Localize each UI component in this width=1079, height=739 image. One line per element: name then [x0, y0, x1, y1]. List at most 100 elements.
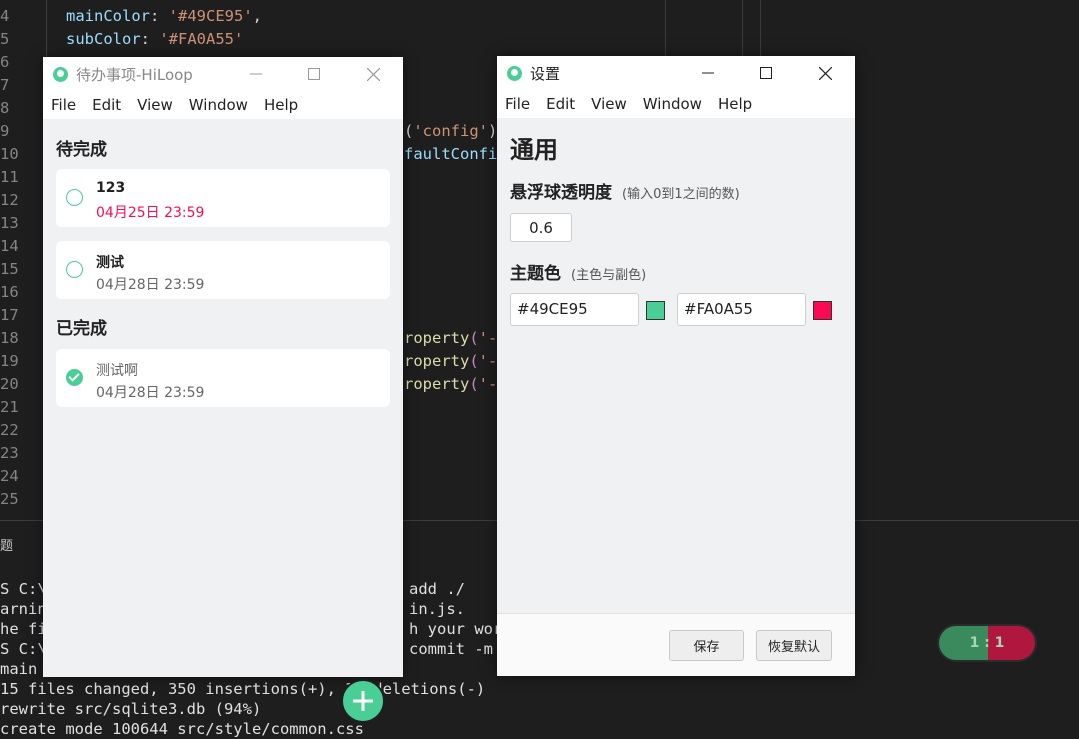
reset-default-button[interactable]: 恢复默认	[756, 630, 832, 661]
code-token: :	[140, 30, 160, 48]
terminal-line-fragment: add ./	[409, 580, 465, 598]
close-icon[interactable]	[802, 56, 848, 90]
panel-tab-problems[interactable]: 题	[0, 535, 13, 554]
opacity-input[interactable]: 0.6	[510, 213, 572, 242]
code-text: faultConfi	[404, 143, 497, 166]
checked-icon[interactable]	[66, 369, 83, 386]
line-number: 14	[0, 237, 19, 255]
terminal-line-fragment: in.js.	[409, 600, 465, 618]
code-text: ('config')	[404, 120, 497, 143]
menu-file[interactable]: File	[497, 95, 538, 113]
terminal-line: 15 files changed, 350 insertions(+), 30 …	[0, 680, 486, 698]
line-number: 21	[0, 398, 19, 416]
code-token: )	[488, 122, 498, 140]
line-number: 24	[0, 467, 19, 485]
menu-window[interactable]: Window	[181, 96, 256, 114]
line-number: 25	[0, 490, 19, 508]
line-number: 17	[0, 306, 19, 324]
app-logo-icon	[507, 65, 522, 81]
todo-window: 待办事项-HiLoop File Edit View Window Help 待…	[43, 57, 403, 723]
terminal-line: S C:\	[0, 580, 47, 598]
minimize-icon[interactable]	[685, 56, 731, 90]
opacity-label: 悬浮球透明度 (输入0到1之间的数)	[510, 178, 740, 203]
line-number: 10	[0, 145, 19, 163]
menu-view[interactable]: View	[583, 95, 635, 113]
line-number: 12	[0, 191, 19, 209]
floating-ball[interactable]: 1 : 1	[939, 626, 1035, 660]
line-number: 18	[0, 329, 19, 347]
line-number: 15	[0, 260, 19, 278]
settings-content: 通用 悬浮球透明度 (输入0到1之间的数) 0.6 主题色 (主色与副色) #49C…	[497, 118, 855, 676]
line-number: 7	[0, 76, 10, 94]
menu-view[interactable]: View	[129, 96, 181, 114]
theme-color-label: 主题色 (主色与副色)	[510, 259, 646, 284]
terminal-line: rewrite src/sqlite3.db (94%)	[0, 700, 262, 718]
code-token: '-	[478, 352, 498, 370]
code-text: roperty('-	[404, 350, 497, 373]
save-button[interactable]: 保存	[669, 630, 744, 661]
code-token: faultConfi	[404, 145, 498, 163]
checkbox-icon[interactable]	[66, 261, 83, 278]
code-token: '#FA0A55'	[159, 30, 244, 48]
app-logo-icon	[53, 66, 68, 82]
sub-color-input[interactable]: #FA0A55	[677, 293, 806, 326]
settings-heading: 通用	[510, 136, 558, 164]
menu-edit[interactable]: Edit	[538, 95, 583, 113]
code-token: ,	[252, 7, 263, 25]
code-token: roperty	[404, 329, 470, 347]
todo-titlebar[interactable]: 待办事项-HiLoop	[43, 57, 403, 91]
code-token: '-	[478, 375, 498, 393]
todo-content: 待完成 123 04月25日 23:59 测试 04月28日 23:59 已完成…	[43, 119, 403, 723]
menu-window[interactable]: Window	[635, 95, 710, 113]
todo-title: 测试	[96, 255, 124, 271]
close-icon[interactable]	[350, 57, 396, 91]
main-color-swatch[interactable]	[646, 301, 665, 320]
maximize-icon[interactable]	[291, 57, 337, 91]
window-title: 待办事项-HiLoop	[76, 65, 193, 84]
line-number: 22	[0, 421, 19, 439]
menu-file[interactable]: File	[43, 96, 84, 114]
code-token: (	[469, 352, 479, 370]
code-token: subColor	[66, 30, 141, 48]
code-token: '#49CE95'	[168, 7, 253, 25]
todo-title: 123	[96, 180, 126, 196]
terminal-line: he fi	[0, 620, 47, 638]
menu-edit[interactable]: Edit	[84, 96, 129, 114]
minimize-icon[interactable]	[233, 57, 279, 91]
settings-footer: 保存 恢复默认	[497, 613, 855, 676]
sub-color-swatch[interactable]	[813, 301, 832, 320]
settings-titlebar[interactable]: 设置	[497, 56, 855, 90]
todo-card-done[interactable]: 测试啊 04月28日 23:59	[56, 349, 390, 407]
code-text: roperty('-	[404, 373, 497, 396]
line-number: 11	[0, 168, 19, 186]
line-number: 23	[0, 444, 19, 462]
code-token: roperty	[404, 352, 470, 370]
opacity-hint: (输入0到1之间的数)	[622, 187, 740, 202]
line-number: 6	[0, 53, 10, 71]
window-title: 设置	[530, 64, 561, 83]
code-text: subColor: '#FA0A55'	[66, 28, 243, 51]
plus-icon	[353, 691, 373, 711]
code-token: 'config'	[413, 122, 488, 140]
menu-help[interactable]: Help	[710, 95, 760, 113]
todo-card[interactable]: 测试 04月28日 23:59	[56, 241, 390, 299]
checkbox-icon[interactable]	[66, 189, 83, 206]
maximize-icon[interactable]	[743, 56, 789, 90]
theme-label-text: 主题色	[510, 264, 561, 284]
menu-help[interactable]: Help	[256, 96, 306, 114]
line-number: 9	[0, 122, 10, 140]
code-token: :	[150, 7, 169, 25]
todo-title: 测试啊	[96, 363, 138, 379]
code-token: (	[404, 122, 414, 140]
menu-bar: File Edit View Window Help	[43, 91, 403, 119]
todo-card[interactable]: 123 04月25日 23:59	[56, 169, 390, 227]
add-todo-button[interactable]	[341, 679, 385, 723]
code-token: '-	[478, 329, 498, 347]
code-token: (	[469, 375, 479, 393]
pending-heading: 待完成	[56, 140, 107, 160]
line-number: 16	[0, 283, 19, 301]
line-number: 20	[0, 375, 19, 393]
main-color-input[interactable]: #49CE95	[510, 293, 639, 326]
terminal-line-fragment: commit -m	[409, 640, 493, 658]
line-number: 5	[0, 30, 10, 48]
